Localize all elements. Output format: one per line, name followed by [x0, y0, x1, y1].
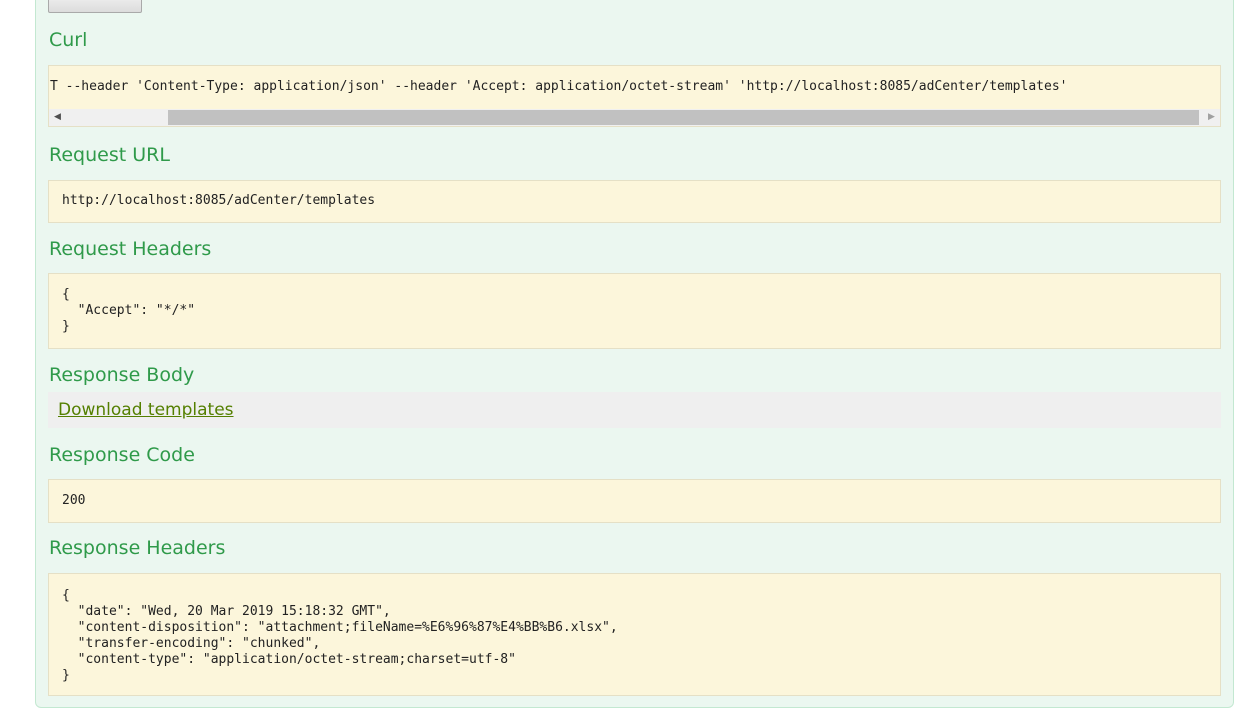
try-it-out-button[interactable]: [48, 0, 142, 13]
response-headers-heading: Response Headers: [49, 537, 226, 559]
response-body-heading: Response Body: [49, 364, 195, 386]
request-headers-value: { "Accept": "*/*" }: [62, 287, 196, 334]
request-url-value: http://localhost:8085/adCenter/templates: [62, 193, 376, 208]
request-url-heading: Request URL: [49, 144, 170, 166]
request-url-block: http://localhost:8085/adCenter/templates: [48, 180, 1221, 223]
curl-heading: Curl: [49, 29, 88, 51]
request-headers-block: { "Accept": "*/*" }: [48, 273, 1221, 349]
response-code-value: 200: [62, 493, 86, 508]
response-code-heading: Response Code: [49, 444, 195, 466]
response-body-block: Download templates: [48, 392, 1221, 428]
scrollbar-thumb[interactable]: [168, 110, 1199, 125]
response-headers-value: { "date": "Wed, 20 Mar 2019 15:18:32 GMT…: [62, 588, 618, 683]
curl-command-text: T --header 'Content-Type: application/js…: [50, 79, 1068, 94]
response-panel: Curl T --header 'Content-Type: applicati…: [35, 0, 1234, 708]
curl-command-block[interactable]: T --header 'Content-Type: application/js…: [48, 65, 1221, 127]
download-templates-link[interactable]: Download templates: [58, 400, 234, 420]
horizontal-scrollbar[interactable]: ◀ ▶: [49, 109, 1220, 126]
response-code-block: 200: [48, 479, 1221, 523]
request-headers-heading: Request Headers: [49, 238, 212, 260]
scroll-left-icon[interactable]: ◀: [49, 109, 66, 126]
scroll-right-icon[interactable]: ▶: [1203, 109, 1220, 126]
response-headers-block: { "date": "Wed, 20 Mar 2019 15:18:32 GMT…: [48, 573, 1221, 696]
